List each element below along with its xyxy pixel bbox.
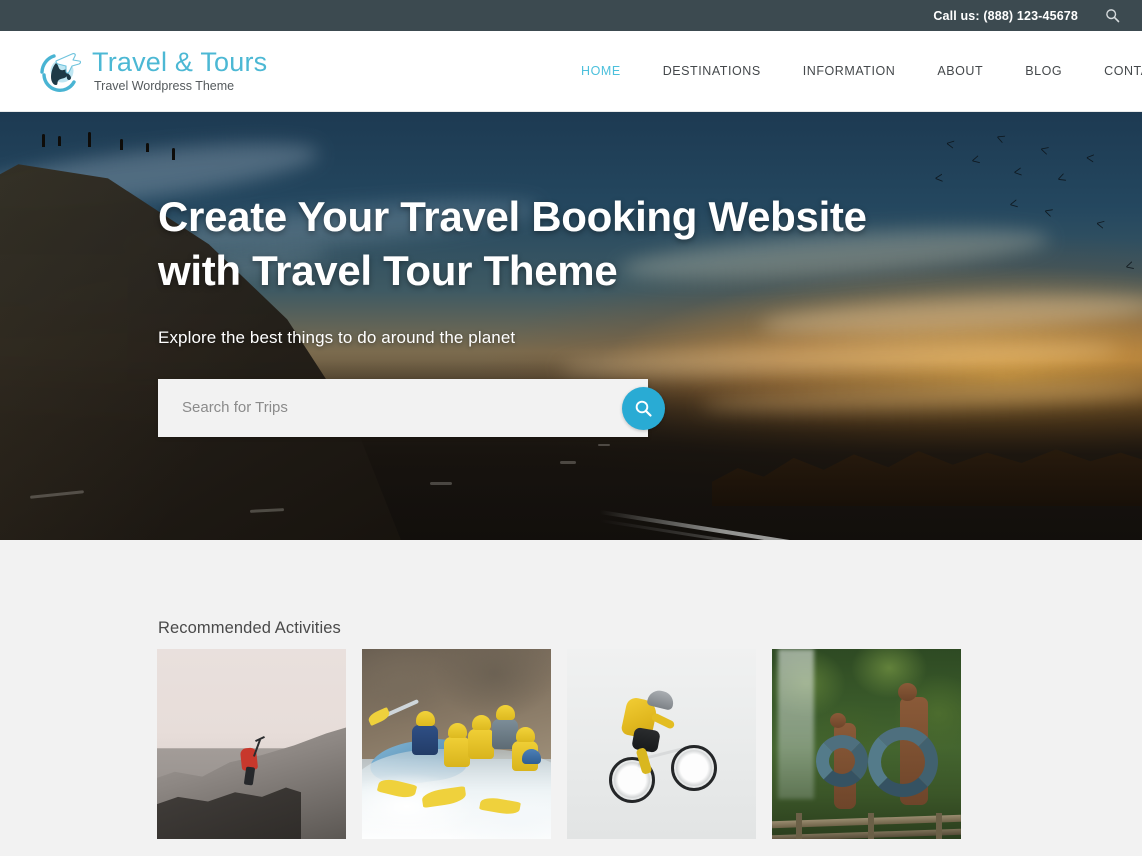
hero-banner: ᐸ ᐸ ᐸ ᐸ ᐸ ᐸ ᐸ ᐸ ᐸ ᐸ ᐸ ᐸ Create Your Trav… xyxy=(0,112,1142,540)
ridge-tree-icon xyxy=(120,139,123,150)
nav-item-home[interactable]: HOME xyxy=(560,64,642,78)
main-navigation: HOME DESTINATIONS INFORMATION ABOUT BLOG… xyxy=(560,31,1142,111)
hero-title-line-2: with Travel Tour Theme xyxy=(158,246,618,294)
road-marking xyxy=(430,482,452,485)
call-us-label: Call us: (888) 123-45678 xyxy=(933,8,1078,23)
activity-card-white-water-rafting[interactable] xyxy=(362,649,551,839)
logo-tagline: Travel Wordpress Theme xyxy=(94,78,235,93)
hero-title: Create Your Travel Booking Website with … xyxy=(158,190,918,298)
globe-airplane-logo-icon xyxy=(34,45,86,97)
nav-item-contact[interactable]: CONTACT xyxy=(1083,64,1142,78)
rock-climbing-photo xyxy=(157,649,346,839)
ridge-tree-icon xyxy=(146,143,149,152)
road-marking xyxy=(598,444,610,446)
nav-item-blog[interactable]: BLOG xyxy=(1004,64,1083,78)
ridge-tree-icon xyxy=(42,134,45,147)
recommended-activities-section: Recommended Activities xyxy=(0,540,1142,856)
activity-card-river-tubing[interactable] xyxy=(772,649,961,839)
activity-card-grid xyxy=(157,649,961,839)
search-submit-button[interactable] xyxy=(622,386,665,430)
logo[interactable]: Travel & Tours Travel Wordpress Theme xyxy=(34,45,267,97)
white-water-rafting-photo xyxy=(362,649,551,839)
search-input[interactable] xyxy=(158,378,648,437)
activity-card-mountain-biking[interactable] xyxy=(567,649,756,839)
mountain-biking-photo xyxy=(567,649,756,839)
ridge-tree-icon xyxy=(88,132,91,147)
search-icon[interactable] xyxy=(1104,8,1120,24)
hero-title-line-1: Create Your Travel Booking Website xyxy=(158,193,867,240)
hero-content: Create Your Travel Booking Website with … xyxy=(158,112,918,437)
nav-item-about[interactable]: ABOUT xyxy=(916,64,1004,78)
ridge-tree-icon xyxy=(58,136,61,146)
road-marking xyxy=(560,461,576,464)
logo-title: Travel & Tours xyxy=(92,47,268,78)
river-tubing-photo xyxy=(772,649,961,839)
hero-search xyxy=(158,378,665,437)
nav-item-destinations[interactable]: DESTINATIONS xyxy=(642,64,782,78)
top-bar: Call us: (888) 123-45678 xyxy=(0,0,1142,31)
search-icon xyxy=(635,400,652,417)
nav-item-information[interactable]: INFORMATION xyxy=(782,64,917,78)
hero-subtitle: Explore the best things to do around the… xyxy=(158,327,516,347)
site-header: Travel & Tours Travel Wordpress Theme HO… xyxy=(0,31,1142,112)
section-heading: Recommended Activities xyxy=(158,619,341,637)
activity-card-rock-climbing[interactable] xyxy=(157,649,346,839)
